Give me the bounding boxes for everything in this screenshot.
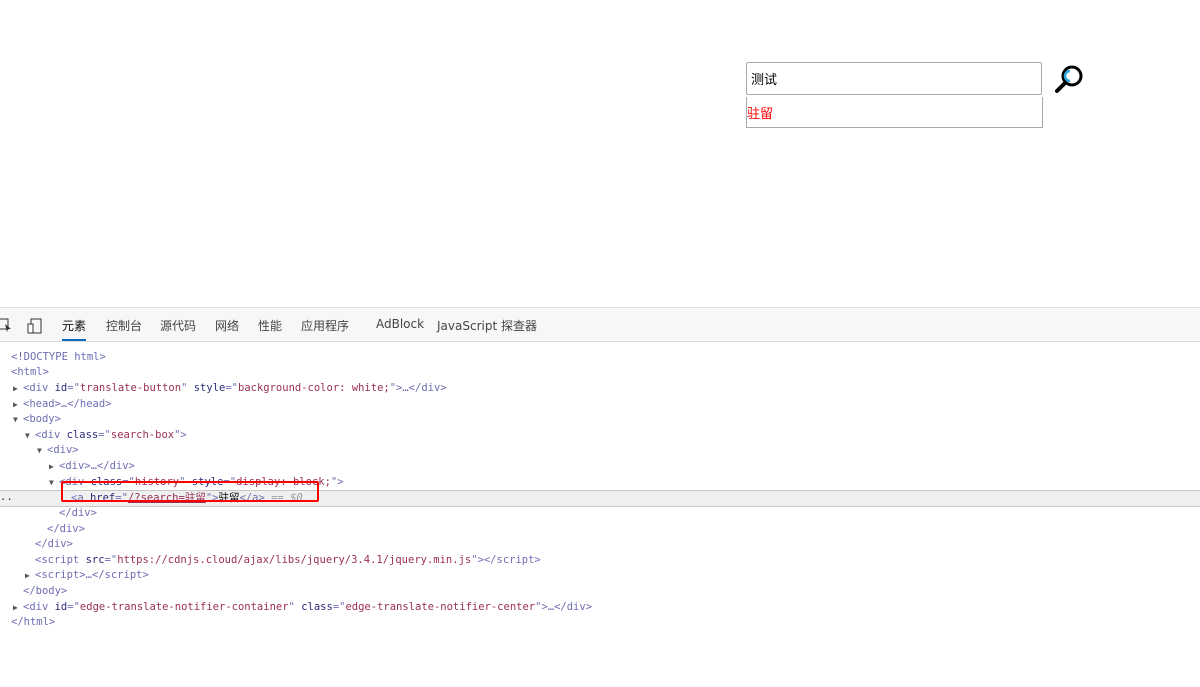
dom-node-row[interactable]: </div> bbox=[35, 537, 73, 552]
code-av: edge-translate-notifier-container bbox=[79, 601, 289, 613]
dom-node-row[interactable]: </html> bbox=[11, 615, 55, 630]
device-emulation-icon[interactable] bbox=[27, 318, 43, 337]
search-button[interactable] bbox=[1054, 63, 1086, 95]
dom-node-row[interactable]: ▶ <div>…</div> bbox=[49, 459, 135, 474]
code-an: class bbox=[66, 429, 99, 441]
code-tag: <div bbox=[23, 601, 55, 613]
expand-triangle-icon[interactable]: ▶ bbox=[13, 381, 18, 396]
code-tag: " bbox=[181, 382, 194, 394]
code-tag: <html> bbox=[11, 366, 49, 378]
code-av: search-box bbox=[110, 429, 175, 441]
code-tag: ">…</div> bbox=[389, 382, 447, 394]
code-tag: <script>…</script> bbox=[35, 569, 149, 581]
dom-node-row[interactable]: ▶ <script>…</script> bbox=[25, 568, 149, 583]
devtools-toolbar: 元素 控制台 源代码 网络 性能 应用程序 AdBlock JavaScript 探查器 bbox=[0, 308, 1200, 342]
code-an: id bbox=[54, 601, 68, 613]
code-tag: <head>…</head> bbox=[23, 398, 112, 410]
code-tag: <div bbox=[23, 382, 55, 394]
collapse-triangle-icon[interactable]: ▼ bbox=[49, 475, 54, 490]
code-tag: <div> bbox=[47, 444, 79, 456]
code-an: class bbox=[301, 601, 333, 613]
code-tag: "> bbox=[330, 476, 344, 488]
tab-1[interactable]: 控制台 bbox=[106, 317, 142, 334]
dom-node-row[interactable]: ▼ <div> bbox=[37, 443, 79, 458]
code-av: https://cdnjs.cloud/ajax/libs/jquery/3.4… bbox=[117, 554, 472, 566]
dom-node-row[interactable]: </div> bbox=[59, 506, 97, 521]
row-menu-ellipsis[interactable]: .. bbox=[0, 491, 13, 503]
code-av: translate-button bbox=[79, 382, 182, 394]
expand-triangle-icon[interactable]: ▶ bbox=[25, 568, 30, 583]
highlight-box bbox=[61, 481, 319, 502]
code-av: edge-translate-notifier-center bbox=[345, 601, 536, 613]
dom-node-row[interactable]: </body> bbox=[23, 584, 67, 599]
tab-4[interactable]: 性能 bbox=[258, 317, 282, 334]
code-tag: </body> bbox=[23, 585, 68, 597]
tab-2[interactable]: 源代码 bbox=[160, 317, 196, 334]
tab-0[interactable]: 元素 bbox=[62, 317, 87, 341]
tab-7[interactable]: JavaScript 探查器 bbox=[437, 317, 537, 334]
code-tag: </html> bbox=[11, 616, 56, 628]
code-tag: =" bbox=[225, 382, 238, 394]
code-tag: "></script> bbox=[471, 554, 541, 566]
search-history: 驻留 bbox=[746, 97, 1043, 128]
code-tag: =" bbox=[104, 554, 118, 566]
magnifier-icon bbox=[1055, 65, 1083, 93]
expand-triangle-icon[interactable]: ▶ bbox=[13, 397, 18, 412]
code-tag: " bbox=[288, 601, 302, 613]
dom-node-row[interactable]: <script src="https://cdnjs.cloud/ajax/li… bbox=[35, 553, 541, 568]
dom-node-row[interactable]: <!DOCTYPE html> bbox=[11, 350, 106, 365]
history-item[interactable]: 驻留 bbox=[747, 103, 773, 122]
code-an: src bbox=[85, 554, 105, 566]
tab-3[interactable]: 网络 bbox=[215, 317, 239, 334]
expand-triangle-icon[interactable]: ▶ bbox=[49, 459, 54, 474]
dom-node-row[interactable]: ▼ <body> bbox=[13, 412, 61, 427]
dom-node-row[interactable]: ▶ <div id="edge-translate-notifier-contai… bbox=[13, 600, 593, 615]
code-tag: =" bbox=[67, 382, 80, 394]
code-tag: <!DOCTYPE html> bbox=[11, 351, 106, 363]
code-tag: "> bbox=[174, 429, 187, 441]
code-tag: <div>…</div> bbox=[59, 460, 135, 472]
code-tag: ">…</div> bbox=[535, 601, 593, 613]
dom-node-row[interactable]: ▼ <div class="search-box"> bbox=[25, 428, 187, 443]
code-tag: <div bbox=[35, 429, 67, 441]
code-tag: <body> bbox=[23, 413, 61, 425]
dom-node-row[interactable]: </div> bbox=[47, 522, 85, 537]
code-tag: =" bbox=[98, 429, 111, 441]
code-an: style bbox=[193, 382, 226, 394]
code-an: id bbox=[54, 382, 68, 394]
code-tag: =" bbox=[67, 601, 80, 613]
code-tag: <script bbox=[35, 554, 86, 566]
tab-6[interactable]: AdBlock bbox=[376, 317, 424, 331]
dom-node-row[interactable]: ▶ <head>…</head> bbox=[13, 397, 112, 412]
code-tag: </div> bbox=[35, 538, 73, 550]
code-av: background-color: white; bbox=[238, 382, 390, 394]
code-tag: =" bbox=[332, 601, 346, 613]
expand-triangle-icon[interactable]: ▶ bbox=[13, 600, 18, 615]
collapse-triangle-icon[interactable]: ▼ bbox=[25, 428, 30, 443]
tab-5[interactable]: 应用程序 bbox=[301, 317, 349, 334]
dom-node-row[interactable]: <html> bbox=[11, 365, 49, 380]
inspect-element-icon[interactable] bbox=[0, 318, 12, 335]
collapse-triangle-icon[interactable]: ▼ bbox=[13, 412, 18, 427]
search-input[interactable] bbox=[746, 62, 1042, 95]
code-tag: </div> bbox=[47, 523, 85, 535]
dom-node-row[interactable]: ▶ <div id="translate-button" style="backg… bbox=[13, 381, 447, 396]
collapse-triangle-icon[interactable]: ▼ bbox=[37, 443, 42, 458]
code-tag: </div> bbox=[59, 507, 97, 519]
